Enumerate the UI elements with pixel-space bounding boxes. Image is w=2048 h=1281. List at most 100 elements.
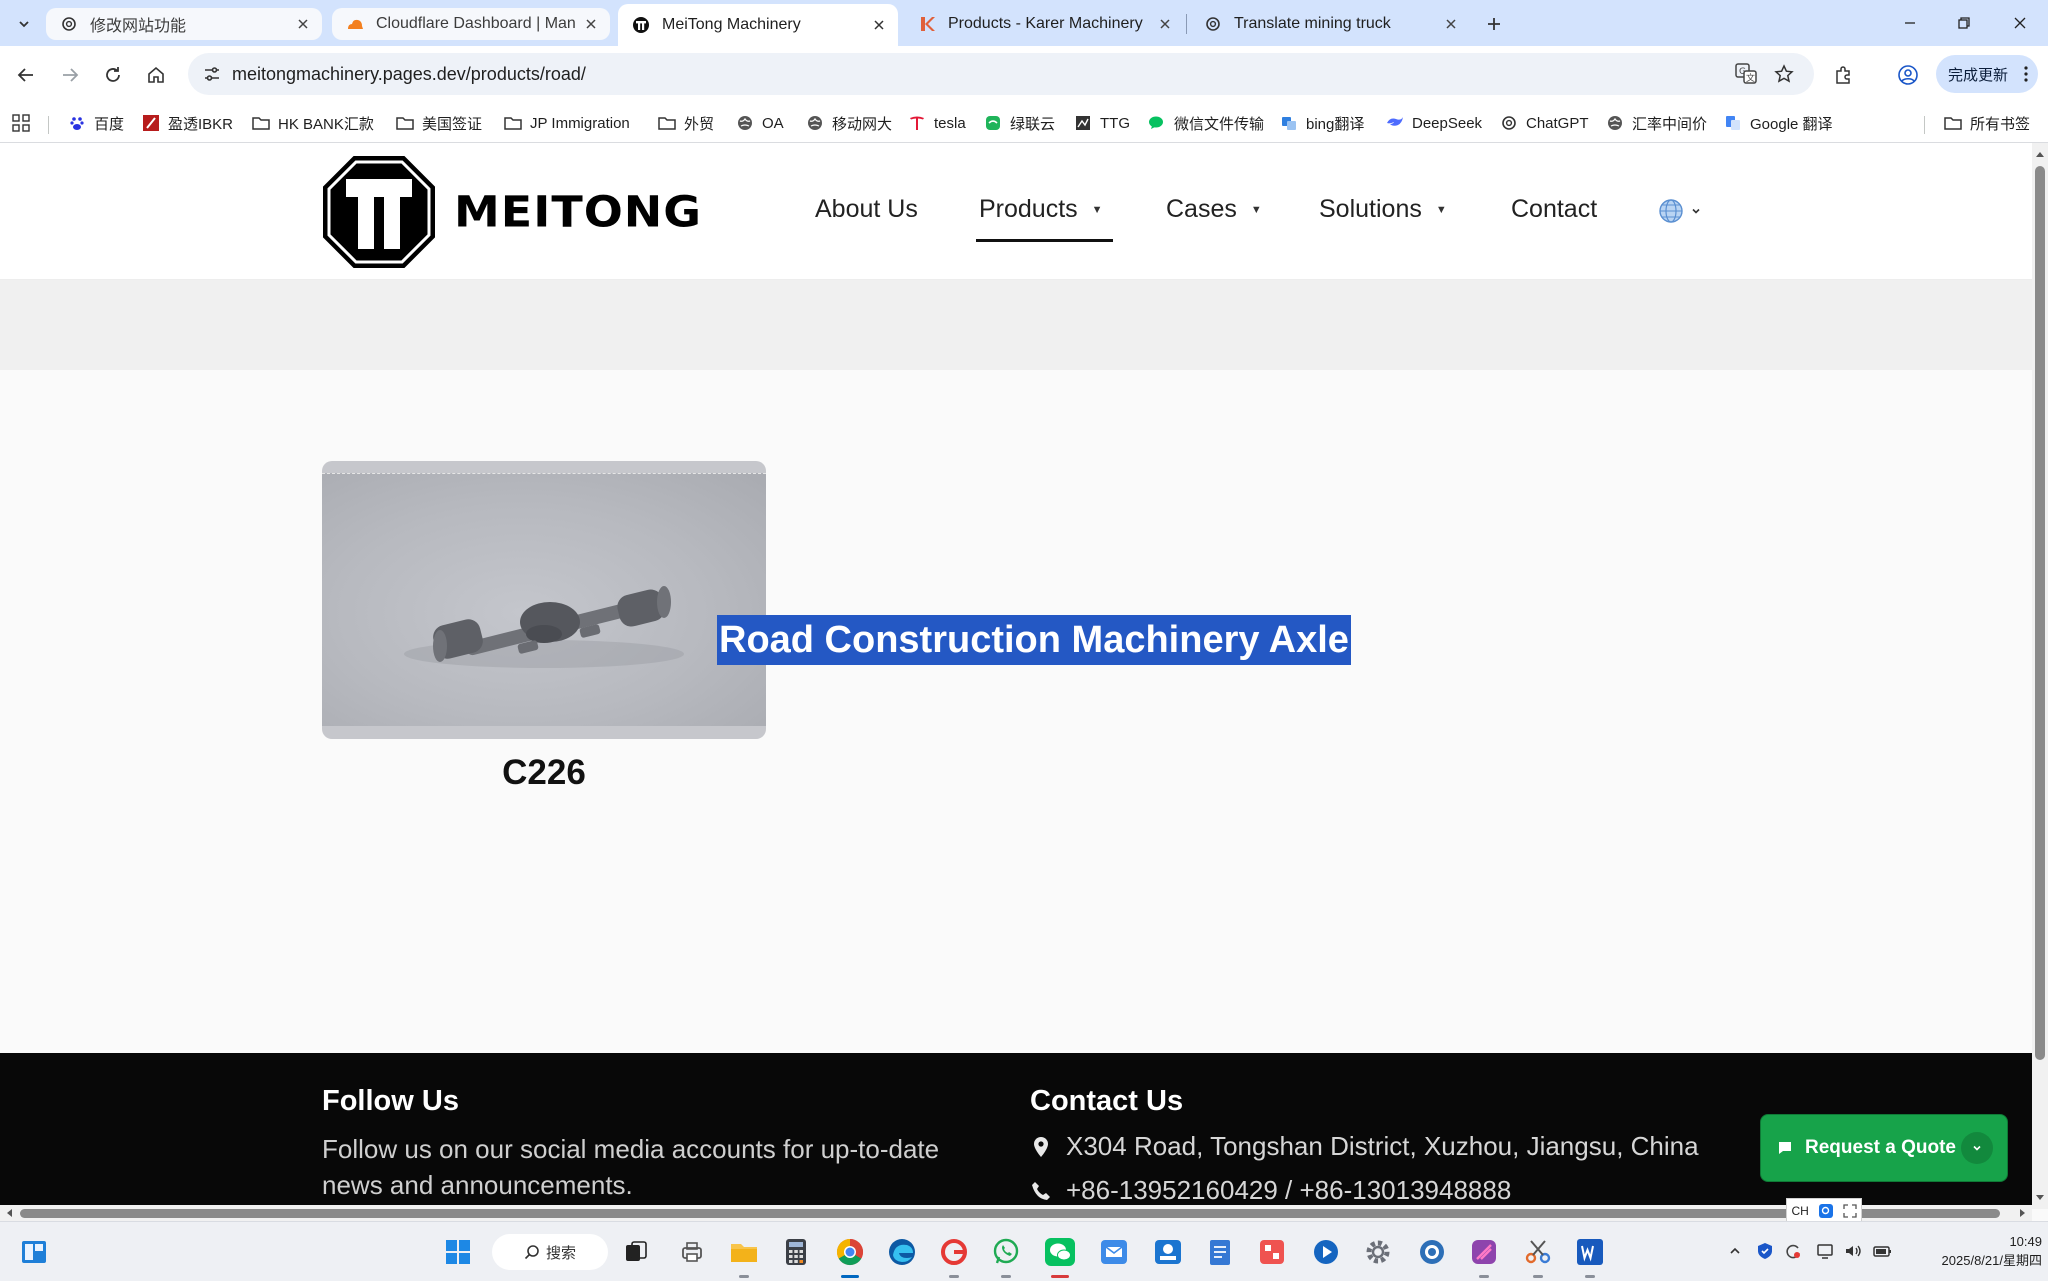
close-icon[interactable]	[294, 15, 312, 33]
tab-translate[interactable]: Translate mining truck	[1190, 6, 1470, 42]
taskbar-app-gradient[interactable]	[1466, 1234, 1502, 1278]
footer-phone[interactable]: +86-13952160429 / +86-13013948888	[1030, 1175, 1511, 1206]
widgets-button[interactable]	[16, 1234, 52, 1270]
finish-update-button[interactable]: 完成更新	[1936, 55, 2038, 93]
bookmark-exchange-rate[interactable]: 汇率中间价	[1606, 110, 1707, 136]
bookmark-folder-trade[interactable]: 外贸	[658, 110, 714, 136]
globe-icon	[806, 114, 824, 132]
taskbar-app-media[interactable]	[1308, 1234, 1344, 1270]
tab-search-button[interactable]	[10, 10, 38, 38]
close-window-button[interactable]	[1998, 8, 2042, 38]
taskbar-app-explorer[interactable]	[726, 1234, 762, 1278]
taskbar-app-browser2[interactable]	[1414, 1234, 1450, 1270]
chevron-down-icon	[1692, 208, 1700, 214]
bookmark-ttg[interactable]: TTG	[1074, 110, 1130, 136]
taskbar-app-word[interactable]	[1572, 1234, 1608, 1278]
bookmark-folder-visa[interactable]: 美国签证	[396, 110, 482, 136]
close-icon[interactable]	[870, 16, 888, 34]
bookmark-oa[interactable]: OA	[736, 110, 784, 136]
home-button[interactable]	[140, 59, 172, 91]
tab-meitong[interactable]: MeiTong Machinery	[618, 4, 898, 46]
tray-volume[interactable]	[1842, 1240, 1864, 1262]
forward-button[interactable]	[54, 59, 86, 91]
address-bar[interactable]: meitongmachinery.pages.dev/products/road…	[188, 53, 1814, 95]
reload-button[interactable]	[97, 59, 129, 91]
bookmark-tesla[interactable]: tesla	[908, 110, 966, 136]
close-icon[interactable]	[582, 15, 600, 33]
translate-page-button[interactable]: G文	[1732, 60, 1760, 88]
tab-chatgpt-website[interactable]: 修改网站功能	[46, 8, 322, 40]
site-logo[interactable]: MEITONG	[320, 153, 702, 271]
language-selector[interactable]	[1658, 198, 1702, 224]
taskbar-clock[interactable]: 10:49 2025/8/21/星期四	[1908, 1232, 2042, 1270]
taskbar-app-tools[interactable]	[1254, 1234, 1290, 1270]
product-card[interactable]	[322, 461, 766, 739]
taskbar-app-chrome[interactable]	[832, 1234, 868, 1278]
bookmark-deepseek[interactable]: DeepSeek	[1386, 110, 1482, 136]
taskbar-app-snip[interactable]	[1520, 1234, 1556, 1278]
nav-products[interactable]: Products ▼	[979, 195, 1103, 224]
bookmark-folder-jp[interactable]: JP Immigration	[504, 110, 630, 136]
bookmark-star-button[interactable]	[1770, 60, 1798, 88]
bookmark-bing-translate[interactable]: bing翻译	[1280, 110, 1364, 136]
taskbar-app-calculator[interactable]	[778, 1234, 814, 1270]
nav-contact[interactable]: Contact	[1511, 195, 1597, 224]
request-quote-button[interactable]: Request a Quote	[1760, 1114, 2008, 1182]
horizontal-scroll-thumb[interactable]	[20, 1209, 2000, 1218]
nav-about-us[interactable]: About Us	[815, 195, 918, 224]
taskview-button[interactable]	[618, 1234, 654, 1270]
close-icon[interactable]	[1442, 15, 1460, 33]
tab-karer[interactable]: Products - Karer Machinery	[904, 6, 1184, 42]
tab-title: Translate mining truck	[1234, 15, 1391, 32]
tray-network[interactable]	[1814, 1240, 1836, 1262]
nav-cases[interactable]: Cases ▼	[1166, 195, 1262, 224]
bookmark-mobile[interactable]: 移动网大	[806, 110, 892, 136]
taskbar-app-wechat[interactable]	[1042, 1234, 1078, 1278]
tray-sync[interactable]	[1782, 1240, 1804, 1262]
bookmark-chatgpt[interactable]: ChatGPT	[1500, 110, 1589, 136]
bookmark-wechat-files[interactable]: 微信文件传输	[1148, 110, 1264, 136]
profile-button[interactable]	[1892, 59, 1924, 91]
start-button[interactable]	[440, 1234, 476, 1270]
tray-security[interactable]	[1754, 1240, 1776, 1262]
scroll-down-arrow-icon[interactable]	[2032, 1191, 2048, 1205]
taskbar-app-mail[interactable]	[1096, 1234, 1132, 1270]
running-indicator	[1479, 1275, 1489, 1278]
taskbar-app-edge[interactable]	[884, 1234, 920, 1270]
bookmark-ibkr[interactable]: 盈透IBKR	[142, 110, 233, 136]
taskbar-app-blue[interactable]	[1150, 1234, 1186, 1270]
tray-overflow-button[interactable]	[1724, 1240, 1746, 1262]
taskbar-app-notepad[interactable]	[1202, 1234, 1238, 1270]
extensions-button[interactable]	[1828, 59, 1860, 91]
bookmark-google-translate[interactable]: Google 翻译	[1724, 110, 1833, 136]
bookmark-baidu[interactable]: 百度	[68, 110, 124, 136]
scroll-right-arrow-icon[interactable]	[2016, 1205, 2030, 1221]
close-icon[interactable]	[1156, 15, 1174, 33]
taskbar-app-printer[interactable]	[674, 1234, 710, 1270]
taskbar-app-red[interactable]	[936, 1234, 972, 1278]
chevron-down-icon[interactable]	[1961, 1132, 1993, 1164]
tray-battery[interactable]	[1872, 1240, 1894, 1262]
bookmark-label: TTG	[1100, 114, 1130, 132]
back-button[interactable]	[10, 59, 42, 91]
scroll-left-arrow-icon[interactable]	[2, 1205, 16, 1221]
site-info-button[interactable]	[196, 58, 228, 90]
bookmark-label: Google 翻译	[1750, 115, 1833, 133]
tab-cloudflare[interactable]: Cloudflare Dashboard | Mana	[332, 8, 610, 40]
bookmark-folder-hkbank[interactable]: HK BANK汇款	[252, 110, 374, 136]
taskbar-app-whatsapp[interactable]	[988, 1234, 1024, 1278]
minimize-button[interactable]	[1888, 8, 1932, 38]
vertical-scroll-thumb[interactable]	[2035, 166, 2045, 1060]
bookmark-all-bookmarks[interactable]: 所有书签	[1944, 110, 2030, 136]
taskbar-app-settings[interactable]	[1360, 1234, 1396, 1270]
nav-solutions[interactable]: Solutions ▼	[1319, 195, 1447, 224]
apps-button[interactable]	[12, 110, 30, 136]
restore-button[interactable]	[1942, 8, 1986, 38]
scroll-up-arrow-icon[interactable]	[2032, 147, 2048, 161]
network-icon	[1817, 1244, 1833, 1259]
taskbar-search[interactable]: 搜索	[492, 1234, 608, 1270]
bookmark-ugreen[interactable]: 绿联云	[984, 110, 1055, 136]
url-text[interactable]: meitongmachinery.pages.dev/products/road…	[232, 64, 586, 85]
product-name[interactable]: C226	[322, 753, 766, 793]
new-tab-button[interactable]	[1480, 10, 1508, 38]
